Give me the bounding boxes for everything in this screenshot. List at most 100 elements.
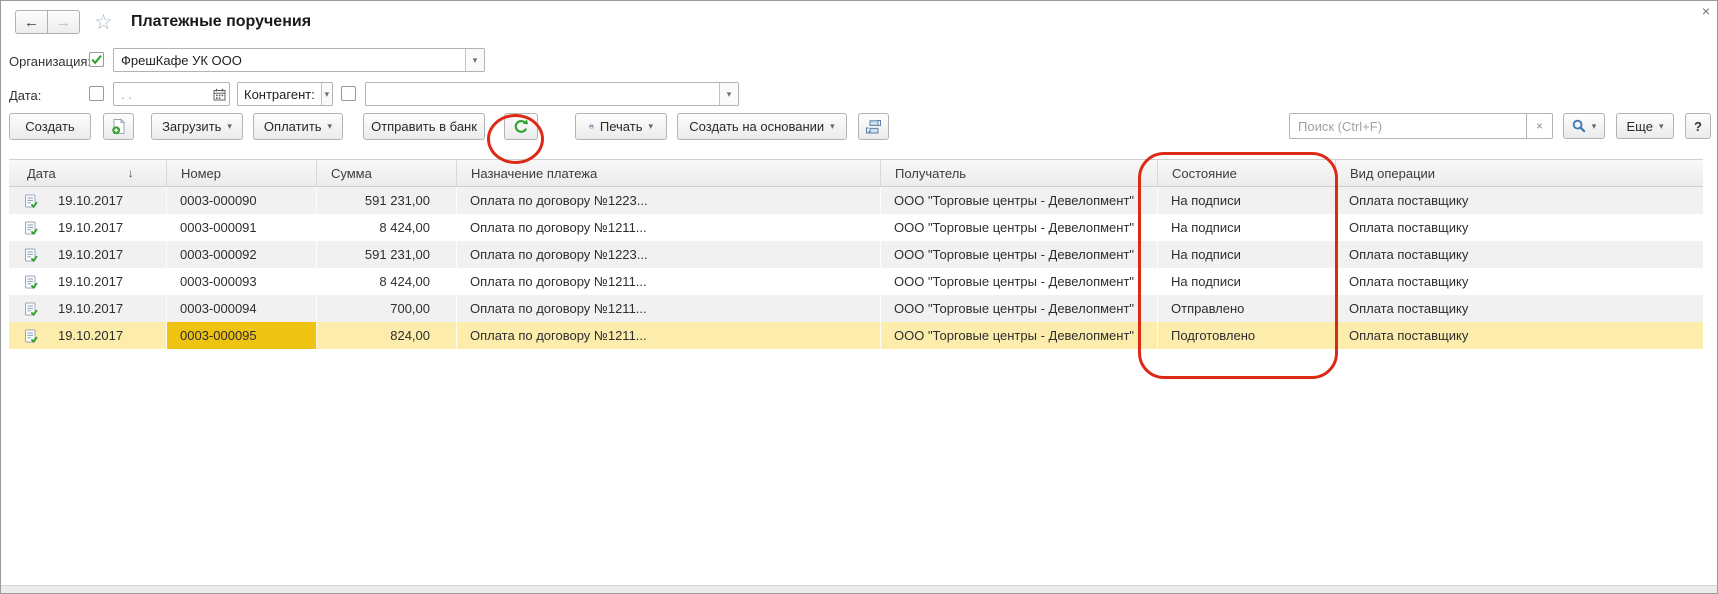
cell-purpose[interactable]: Оплата по договору №1223... xyxy=(457,241,881,268)
column-header-payee[interactable]: Получатель xyxy=(881,160,1158,186)
forward-button[interactable]: → xyxy=(47,10,80,34)
create-button[interactable]: Создать xyxy=(9,113,91,140)
organization-dropdown-button[interactable]: ▾ xyxy=(465,49,484,71)
load-button[interactable]: Загрузить ▾ xyxy=(151,113,243,140)
date-field xyxy=(113,82,230,106)
table-row[interactable]: 19.10.2017 0003-000095 824,00 Оплата по … xyxy=(9,322,1703,349)
more-button[interactable]: Еще ▾ xyxy=(1616,113,1674,139)
cell-number[interactable]: 0003-000093 xyxy=(167,268,317,295)
cell-operation[interactable]: Оплата поставщику xyxy=(1336,241,1703,268)
cell-date[interactable]: 19.10.2017 xyxy=(39,322,167,349)
chevron-down-icon: ▾ xyxy=(327,121,333,131)
cell-amount[interactable]: 8 424,00 xyxy=(317,268,457,295)
cell-date[interactable]: 19.10.2017 xyxy=(39,241,167,268)
column-header-operation[interactable]: Вид операции xyxy=(1336,160,1703,186)
table-row[interactable]: 19.10.2017 0003-000093 8 424,00 Оплата п… xyxy=(9,268,1703,295)
search-input[interactable] xyxy=(1289,113,1527,139)
date-input[interactable] xyxy=(114,83,209,105)
table-row[interactable]: 19.10.2017 0003-000092 591 231,00 Оплата… xyxy=(9,241,1703,268)
date-checkbox[interactable] xyxy=(89,86,104,101)
chevron-down-icon: ▾ xyxy=(1591,120,1597,131)
table-row[interactable]: 19.10.2017 0003-000094 700,00 Оплата по … xyxy=(9,295,1703,322)
cell-operation[interactable]: Оплата поставщику xyxy=(1336,322,1703,349)
counterparty-label: Контрагент: xyxy=(244,86,315,102)
cell-state[interactable]: На подписи xyxy=(1158,241,1336,268)
search-clear-button[interactable]: × xyxy=(1527,113,1553,139)
clear-icon: × xyxy=(1535,119,1543,133)
cell-amount[interactable]: 824,00 xyxy=(317,322,457,349)
column-header-state[interactable]: Состояние xyxy=(1158,160,1336,186)
cell-payee[interactable]: ООО "Торговые центры - Девелопмент" xyxy=(881,187,1158,214)
cell-date[interactable]: 19.10.2017 xyxy=(39,187,167,214)
create-document-button[interactable] xyxy=(103,113,134,140)
cell-operation[interactable]: Оплата поставщику xyxy=(1336,268,1703,295)
help-button[interactable]: ? xyxy=(1685,113,1711,139)
cell-payee[interactable]: ООО "Торговые центры - Девелопмент" xyxy=(881,295,1158,322)
cell-state[interactable]: На подписи xyxy=(1158,187,1336,214)
cell-number[interactable]: 0003-000091 xyxy=(167,214,317,241)
cell-operation[interactable]: Оплата поставщику xyxy=(1336,295,1703,322)
organization-combo: ▾ xyxy=(113,48,485,72)
cell-payee[interactable]: ООО "Торговые центры - Девелопмент" xyxy=(881,268,1158,295)
back-icon: ← xyxy=(24,13,39,31)
cell-purpose[interactable]: Оплата по договору №1211... xyxy=(457,268,881,295)
related-documents-button[interactable] xyxy=(858,113,889,140)
document-status-icon xyxy=(9,295,39,322)
cell-state[interactable]: Подготовлено xyxy=(1158,322,1336,349)
cell-amount[interactable]: 591 231,00 xyxy=(317,187,457,214)
counterparty-mode-dropdown[interactable]: ▾ xyxy=(320,83,332,105)
counterparty-dropdown-button[interactable]: ▾ xyxy=(719,83,738,105)
table-row[interactable]: 19.10.2017 0003-000091 8 424,00 Оплата п… xyxy=(9,214,1703,241)
search-settings-button[interactable]: ▾ xyxy=(1563,113,1605,139)
back-button[interactable]: ← xyxy=(15,10,48,34)
cell-payee[interactable]: ООО "Торговые центры - Девелопмент" xyxy=(881,214,1158,241)
organization-input[interactable] xyxy=(114,49,465,71)
cell-date[interactable]: 19.10.2017 xyxy=(39,295,167,322)
chevron-down-icon: ▾ xyxy=(648,121,653,131)
cell-operation[interactable]: Оплата поставщику xyxy=(1336,214,1703,241)
cell-state[interactable]: На подписи xyxy=(1158,268,1336,295)
cell-date[interactable]: 19.10.2017 xyxy=(39,268,167,295)
cell-payee[interactable]: ООО "Торговые центры - Девелопмент" xyxy=(881,322,1158,349)
chevron-down-icon: ▾ xyxy=(1658,120,1664,131)
column-header-number[interactable]: Номер xyxy=(167,160,317,186)
column-header-purpose[interactable]: Назначение платежа xyxy=(457,160,881,186)
cell-amount[interactable]: 700,00 xyxy=(317,295,457,322)
cell-purpose[interactable]: Оплата по договору №1211... xyxy=(457,214,881,241)
pay-button[interactable]: Оплатить ▾ xyxy=(253,113,343,140)
sort-desc-icon: ↓ xyxy=(127,166,134,180)
cell-amount[interactable]: 591 231,00 xyxy=(317,241,457,268)
create-based-on-button[interactable]: Создать на основании ▾ xyxy=(677,113,847,140)
cell-purpose[interactable]: Оплата по договору №1223... xyxy=(457,187,881,214)
print-button[interactable]: Печать ▾ xyxy=(575,113,667,140)
search-group: × xyxy=(1289,113,1553,139)
cell-operation[interactable]: Оплата поставщику xyxy=(1336,187,1703,214)
cell-number[interactable]: 0003-000095 xyxy=(167,322,317,349)
column-header-amount[interactable]: Сумма xyxy=(317,160,457,186)
window-bottom-edge xyxy=(1,585,1717,593)
cell-date[interactable]: 19.10.2017 xyxy=(39,214,167,241)
table-row[interactable]: 19.10.2017 0003-000090 591 231,00 Оплата… xyxy=(9,187,1703,214)
forward-icon: → xyxy=(56,13,71,31)
favorite-star-icon[interactable]: ☆ xyxy=(94,10,113,35)
organization-checkbox[interactable] xyxy=(89,52,104,67)
counterparty-checkbox[interactable] xyxy=(341,86,356,101)
calendar-icon[interactable] xyxy=(209,83,229,105)
counterparty-combo: ▾ xyxy=(365,82,739,106)
counterparty-selector: Контрагент: ▾ xyxy=(237,82,333,106)
close-icon[interactable]: × xyxy=(1702,4,1710,18)
cell-number[interactable]: 0003-000092 xyxy=(167,241,317,268)
cell-payee[interactable]: ООО "Торговые центры - Девелопмент" xyxy=(881,241,1158,268)
refresh-button[interactable] xyxy=(504,113,538,140)
cell-state[interactable]: На подписи xyxy=(1158,214,1336,241)
cell-purpose[interactable]: Оплата по договору №1211... xyxy=(457,295,881,322)
counterparty-input[interactable] xyxy=(366,83,719,105)
document-status-icon xyxy=(9,187,39,214)
cell-number[interactable]: 0003-000090 xyxy=(167,187,317,214)
send-to-bank-button[interactable]: Отправить в банк xyxy=(363,113,485,140)
cell-state[interactable]: Отправлено xyxy=(1158,295,1336,322)
cell-number[interactable]: 0003-000094 xyxy=(167,295,317,322)
column-header-date[interactable]: Дата ↓ xyxy=(9,160,167,186)
cell-amount[interactable]: 8 424,00 xyxy=(317,214,457,241)
cell-purpose[interactable]: Оплата по договору №1211... xyxy=(457,322,881,349)
